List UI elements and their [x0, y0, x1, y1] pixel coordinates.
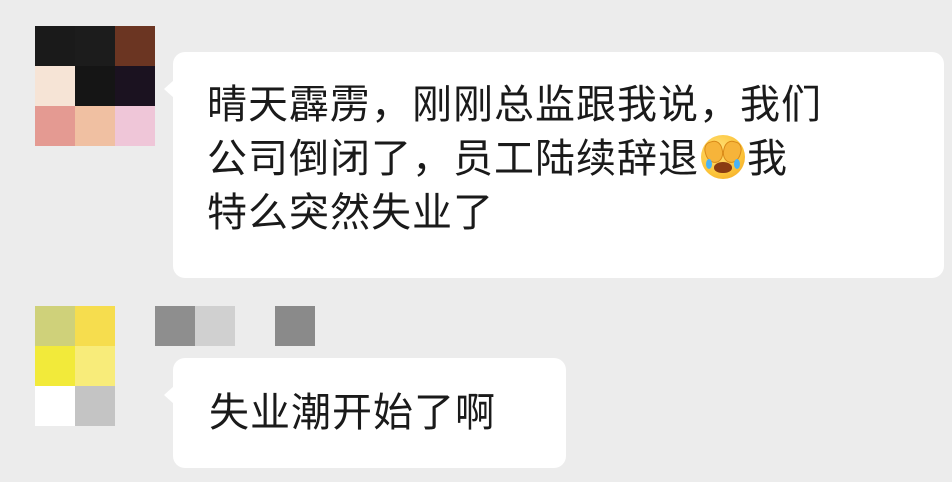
message-line: 失业潮开始了啊: [209, 390, 496, 436]
mosaic-pixel: [115, 106, 155, 146]
mosaic-pixel: [115, 346, 155, 386]
mosaic-pixel: [35, 66, 75, 106]
mosaic-pixel: [235, 306, 275, 346]
mosaic-pixel: [75, 66, 115, 106]
mosaic-pixel: [75, 106, 115, 146]
mosaic-pixel: [35, 306, 75, 346]
sender-avatar-pixelated[interactable]: [35, 306, 155, 426]
mosaic-pixel: [115, 66, 155, 106]
mosaic-pixel: [115, 306, 155, 346]
message-line: 晴天霹雳，刚刚总监跟我说，我们: [207, 82, 822, 128]
message-bubble: 晴天霹雳，刚刚总监跟我说，我们 公司倒闭了，员工陆续辞退 我 特么突然失业了: [164, 52, 944, 278]
mosaic-pixel: [35, 386, 75, 426]
mosaic-pixel: [75, 306, 115, 346]
mosaic-pixel: [75, 346, 115, 386]
mosaic-pixel: [35, 346, 75, 386]
mosaic-pixel: [195, 306, 235, 346]
mosaic-pixel: [35, 26, 75, 66]
mosaic-pixel: [155, 306, 195, 346]
mosaic-pixel: [75, 386, 115, 426]
message-line: 特么突然失业了: [207, 190, 494, 236]
message-text: 我: [747, 136, 788, 182]
mosaic-pixel: [35, 106, 75, 146]
message-line: 公司倒闭了，员工陆续辞退 我: [207, 132, 924, 186]
mosaic-pixel: [115, 386, 155, 426]
mosaic-pixel: [75, 26, 115, 66]
message-text: 公司倒闭了，员工陆续辞退: [207, 136, 699, 182]
mosaic-pixel: [275, 306, 315, 346]
sender-name-pixelated: [155, 306, 315, 346]
mosaic-pixel: [115, 26, 155, 66]
message-bubble: 失业潮开始了啊: [164, 358, 566, 468]
sender-avatar-pixelated[interactable]: [35, 26, 155, 146]
face-with-hands-crying-icon: [701, 135, 745, 179]
